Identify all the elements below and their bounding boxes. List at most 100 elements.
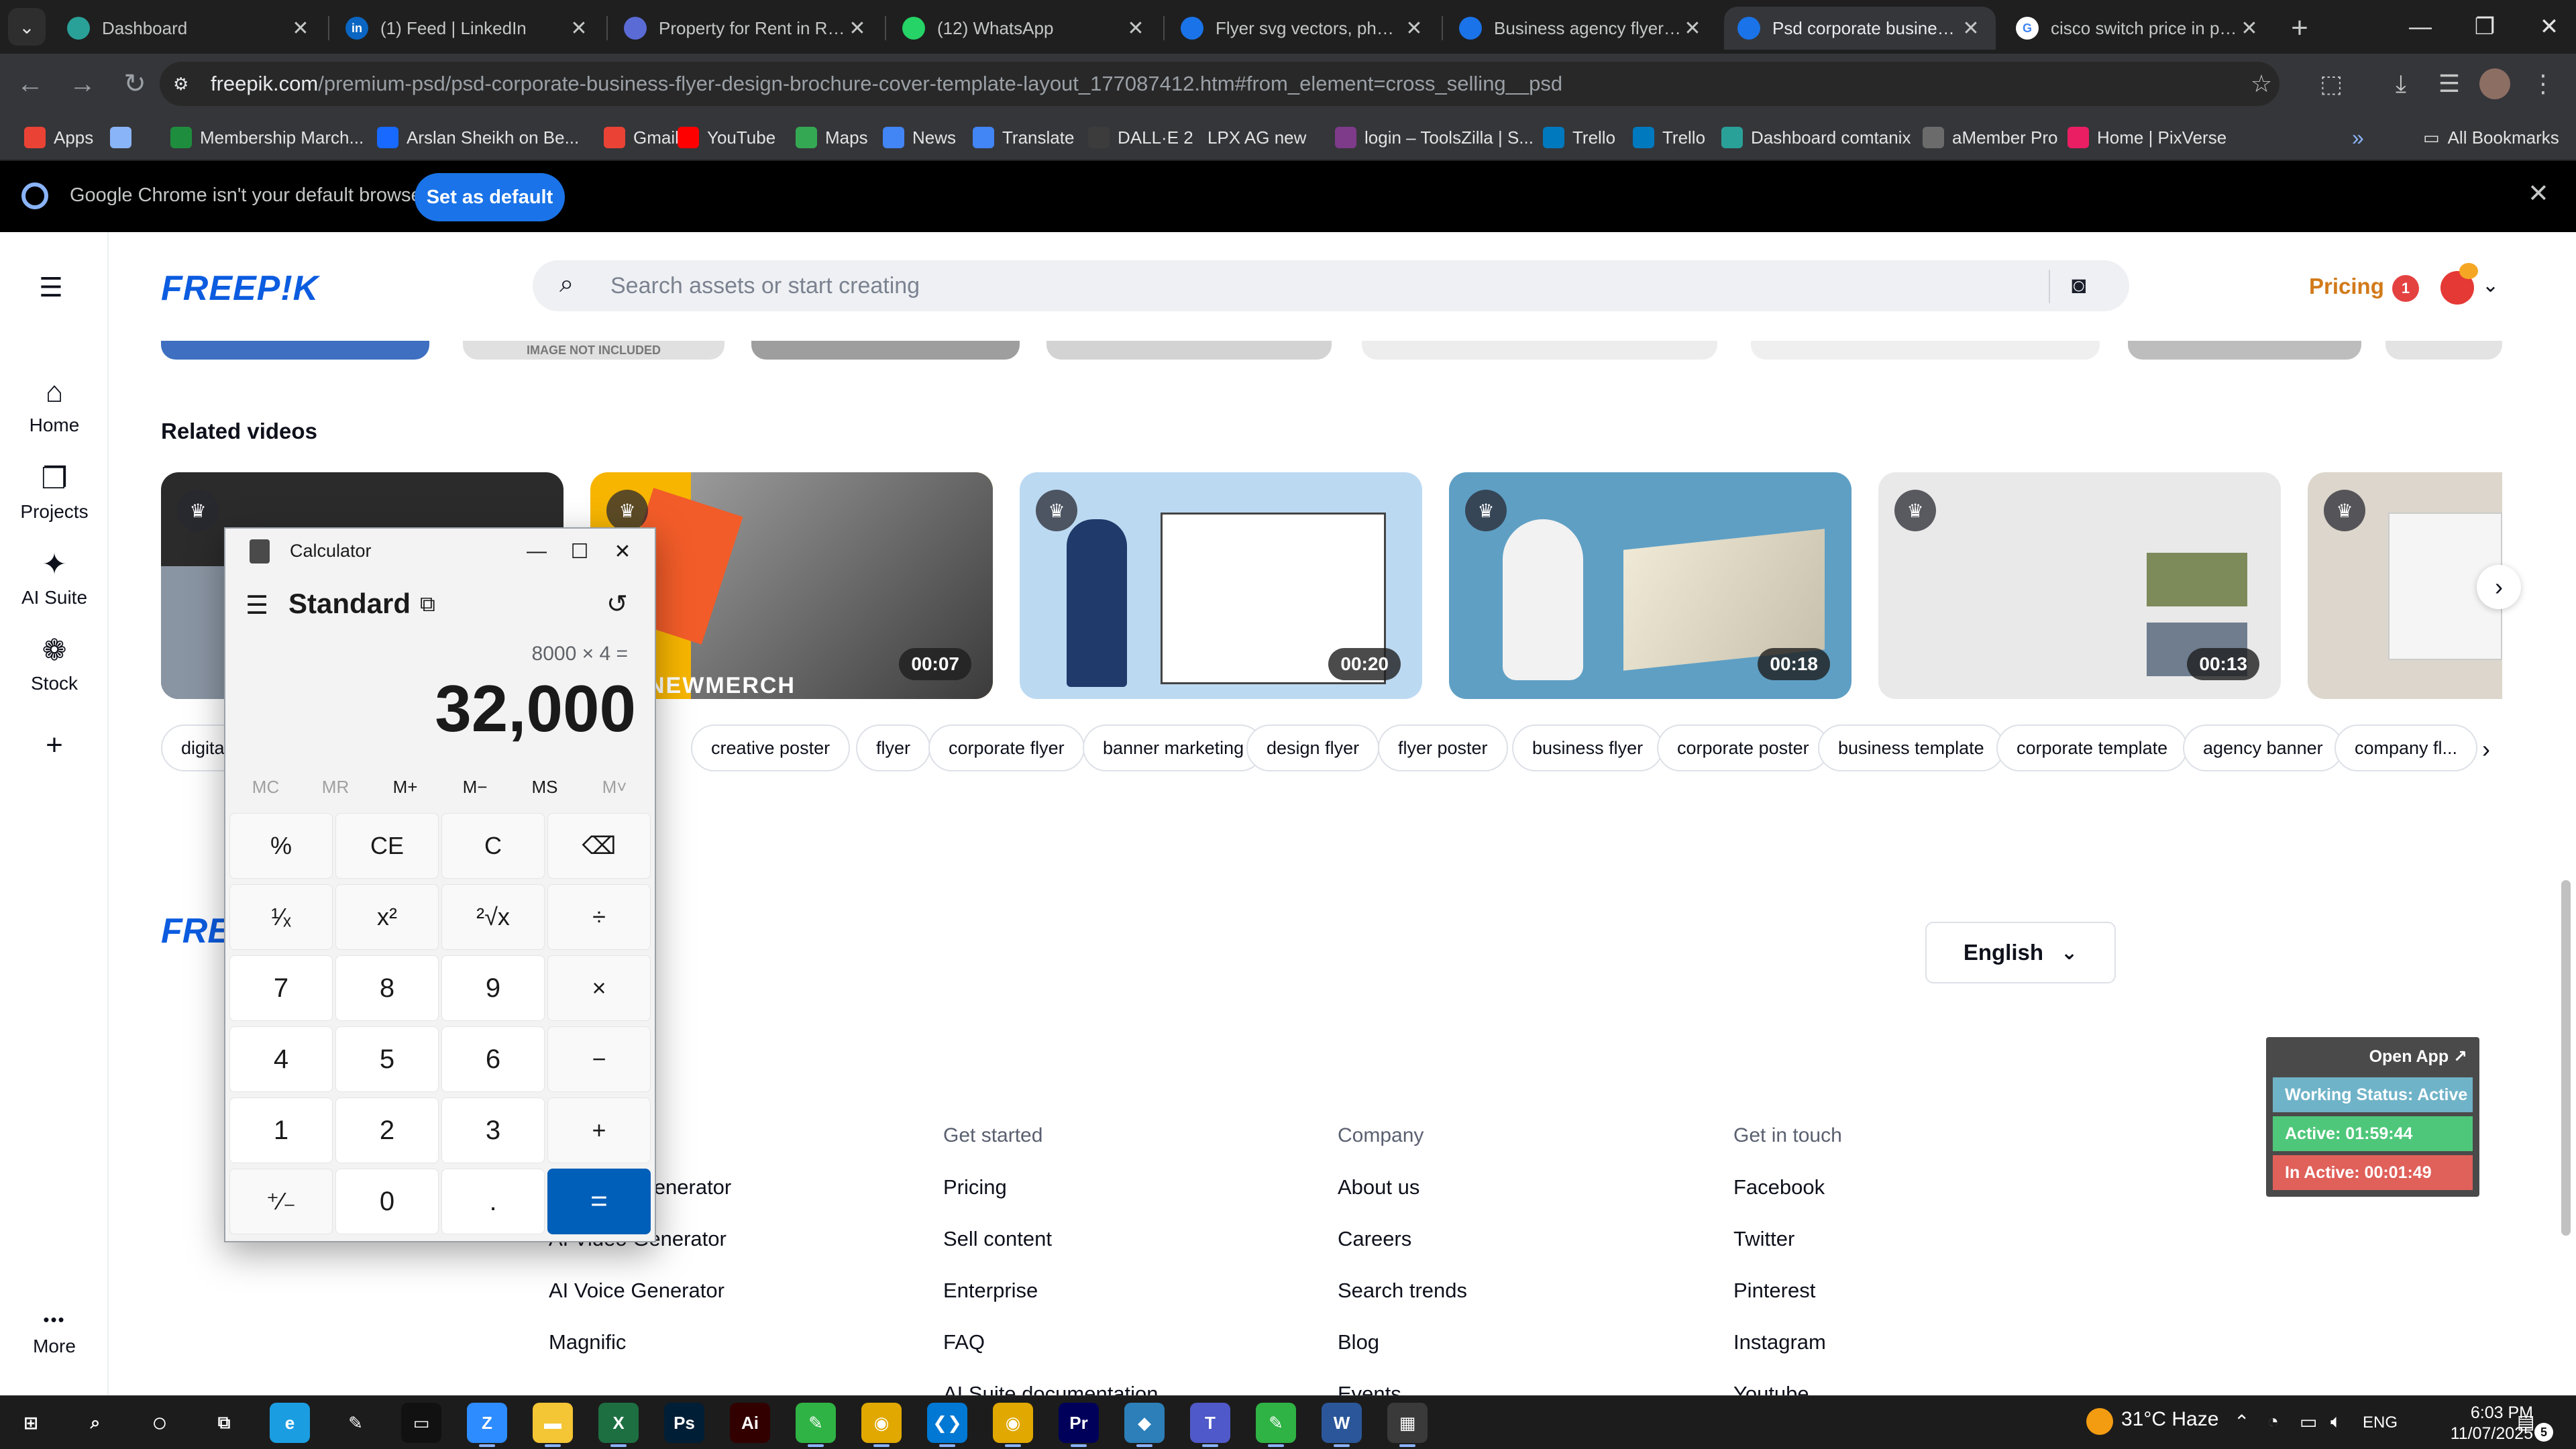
tab-search-dropdown-icon[interactable]: ⌄ [8,8,46,46]
pen-icon[interactable]: ✎ [335,1403,376,1443]
footer-link[interactable]: Pricing [943,1175,1007,1199]
file-explorer-icon[interactable]: ▬ [533,1403,573,1443]
page-scrollbar-thumb[interactable] [2561,880,2571,1236]
browser-tab[interactable]: Gcisco switch price in paki... ✕ [2002,7,2274,50]
weather-text[interactable]: 31°C Haze [2121,1408,2218,1431]
premiere-icon[interactable]: Pr [1059,1403,1099,1443]
network-icon[interactable]: ▭ [2300,1411,2317,1433]
browser-tab[interactable]: (12) WhatsApp ✕ [889,7,1161,50]
keep-on-top-icon[interactable]: ⧉ [420,592,435,617]
site-info-icon[interactable]: ⚙ [173,74,193,94]
reload-icon[interactable]: ↻ [114,63,156,105]
search-icon[interactable]: ⌕ [75,1403,115,1443]
rail-item-ai-suite[interactable]: ✦ AI Suite [0,547,109,608]
camera-search-icon[interactable]: ◙ [2072,271,2086,299]
forward-arrow-icon[interactable]: → [62,63,103,105]
footer-link[interactable]: Search trends [1338,1279,1467,1303]
profile-avatar-icon[interactable] [2479,68,2510,99]
bookmark-item[interactable]: DALL·E 2 [1088,121,1193,154]
tab-close-icon[interactable]: ✕ [1124,17,1147,40]
footer-link[interactable]: AI Suite documentation [943,1382,1159,1395]
calc-key[interactable]: + [547,1097,651,1163]
tab-close-icon[interactable]: ✕ [1960,17,1982,40]
set-as-default-button[interactable]: Set as default [415,173,565,221]
footer-link[interactable]: Blog [1338,1330,1379,1354]
footer-link[interactable]: Enterprise [943,1279,1038,1303]
browser-tab[interactable]: Psd corporate business fl...✕ [1724,7,1996,50]
bookmark-item[interactable]: Membership March... [170,121,364,154]
terminal-icon[interactable]: ▭ [401,1403,441,1443]
footer-link[interactable]: Instagram [1733,1330,1826,1354]
browser-tab[interactable]: in (1) Feed | LinkedIn ✕ [332,7,604,50]
footer-link[interactable]: Pinterest [1733,1279,1815,1303]
rail-item-more[interactable]: ••• More [0,1309,109,1357]
tag-chip[interactable]: business template [1818,724,2004,771]
back-arrow-icon[interactable]: ← [9,63,51,105]
address-bar[interactable]: freepik.com/premium-psd/psd-corporate-bu… [160,62,2279,106]
rail-item-stock[interactable]: ❁ Stock [0,633,109,694]
browser-tab[interactable]: Dashboard ✕ [54,7,325,50]
cropped-card[interactable] [2128,341,2361,360]
calc-key[interactable]: 5 [335,1026,439,1092]
calc-key[interactable]: = [547,1169,651,1234]
tray-chevron-up-icon[interactable]: ⌃ [2234,1411,2249,1433]
tag-chip[interactable]: creative poster [691,724,851,771]
tags-next-arrow-icon[interactable]: › [2482,735,2490,763]
task-view-icon[interactable]: ⧉ [204,1403,244,1443]
chrome-profile-icon[interactable]: ◉ [993,1403,1033,1443]
bookmark-star-icon[interactable]: ☆ [2242,64,2281,103]
edge-icon[interactable]: e [270,1403,310,1443]
rail-item-home[interactable]: ⌂ Home [0,376,109,436]
related-video-card[interactable]: ♛ 00:18 [1449,472,1851,699]
bookmark-item[interactable]: Translate [973,121,1074,154]
photoshop-icon[interactable]: Ps [664,1403,704,1443]
teams-icon[interactable]: T [1190,1403,1230,1443]
footer-link[interactable]: Careers [1338,1227,1411,1251]
bookmark-item[interactable] [110,121,140,154]
footer-link[interactable]: Youtube [1733,1382,1809,1395]
illustrator-icon[interactable]: Ai [730,1403,770,1443]
language-indicator[interactable]: ENG [2363,1413,2398,1432]
chrome-icon[interactable]: ◉ [861,1403,902,1443]
minimize-window-icon[interactable]: — [2388,0,2453,54]
footer-link[interactable]: Twitter [1733,1227,1794,1251]
cropped-card[interactable] [1046,341,1332,360]
tag-chip[interactable]: corporate template [1996,724,2188,771]
chrome-menu-icon[interactable]: ⋮ [2524,64,2563,103]
calc-key[interactable]: 1 [229,1097,333,1163]
calc-key[interactable]: CE [335,813,439,879]
excel-icon[interactable]: X [598,1403,639,1443]
memory-button[interactable]: M− [440,777,510,798]
memory-button[interactable]: MR [301,777,370,798]
open-app-link[interactable]: Open App ↗ [2369,1046,2467,1067]
calc-key[interactable]: ¹⁄ₓ [229,884,333,950]
related-video-card[interactable]: ♛ [2308,472,2502,699]
close-window-icon[interactable]: ✕ [2517,0,2576,54]
browser-tab[interactable]: Flyer svg vectors, photos ...✕ [1167,7,1439,50]
tab-close-icon[interactable]: ✕ [2238,17,2261,40]
calc-key[interactable]: ⁺⁄₋ [229,1169,333,1234]
clock[interactable]: 6:03 PM 11/07/2025 [2419,1403,2533,1444]
cropped-card-image-not-included[interactable]: IMAGE NOT INCLUDED [463,341,724,360]
notification-center-icon[interactable]: ▤ [2517,1411,2534,1433]
footer-link[interactable]: FAQ [943,1330,985,1354]
green-app-icon[interactable]: ✎ [796,1403,836,1443]
all-bookmarks-folder[interactable]: ▭ All Bookmarks [2423,121,2559,154]
calc-key[interactable]: . [441,1169,545,1234]
footer-link[interactable]: About us [1338,1175,1419,1199]
calc-key[interactable]: 8 [335,955,439,1021]
calc-key[interactable]: ⌫ [547,813,651,879]
search-input[interactable]: Search assets or start creating [533,260,2129,311]
cropped-card[interactable] [1362,341,1717,360]
browser-tab[interactable]: Business agency flyer | Pr...✕ [1446,7,1717,50]
tab-close-icon[interactable]: ✕ [289,17,312,40]
tag-chip[interactable]: corporate flyer [928,724,1085,771]
tag-chip[interactable]: agency banner [2183,724,2343,771]
tag-chip[interactable]: company fl... [2334,724,2478,771]
calc-key[interactable]: 6 [441,1026,545,1092]
vscode-icon[interactable]: ❮❯ [927,1403,967,1443]
rail-item-add[interactable]: + [0,729,109,767]
tray-app-icon[interactable]: ◔ [2267,1411,2279,1432]
footer-link[interactable]: Sell content [943,1227,1052,1251]
footer-link[interactable]: AI Voice Generator [549,1279,724,1303]
